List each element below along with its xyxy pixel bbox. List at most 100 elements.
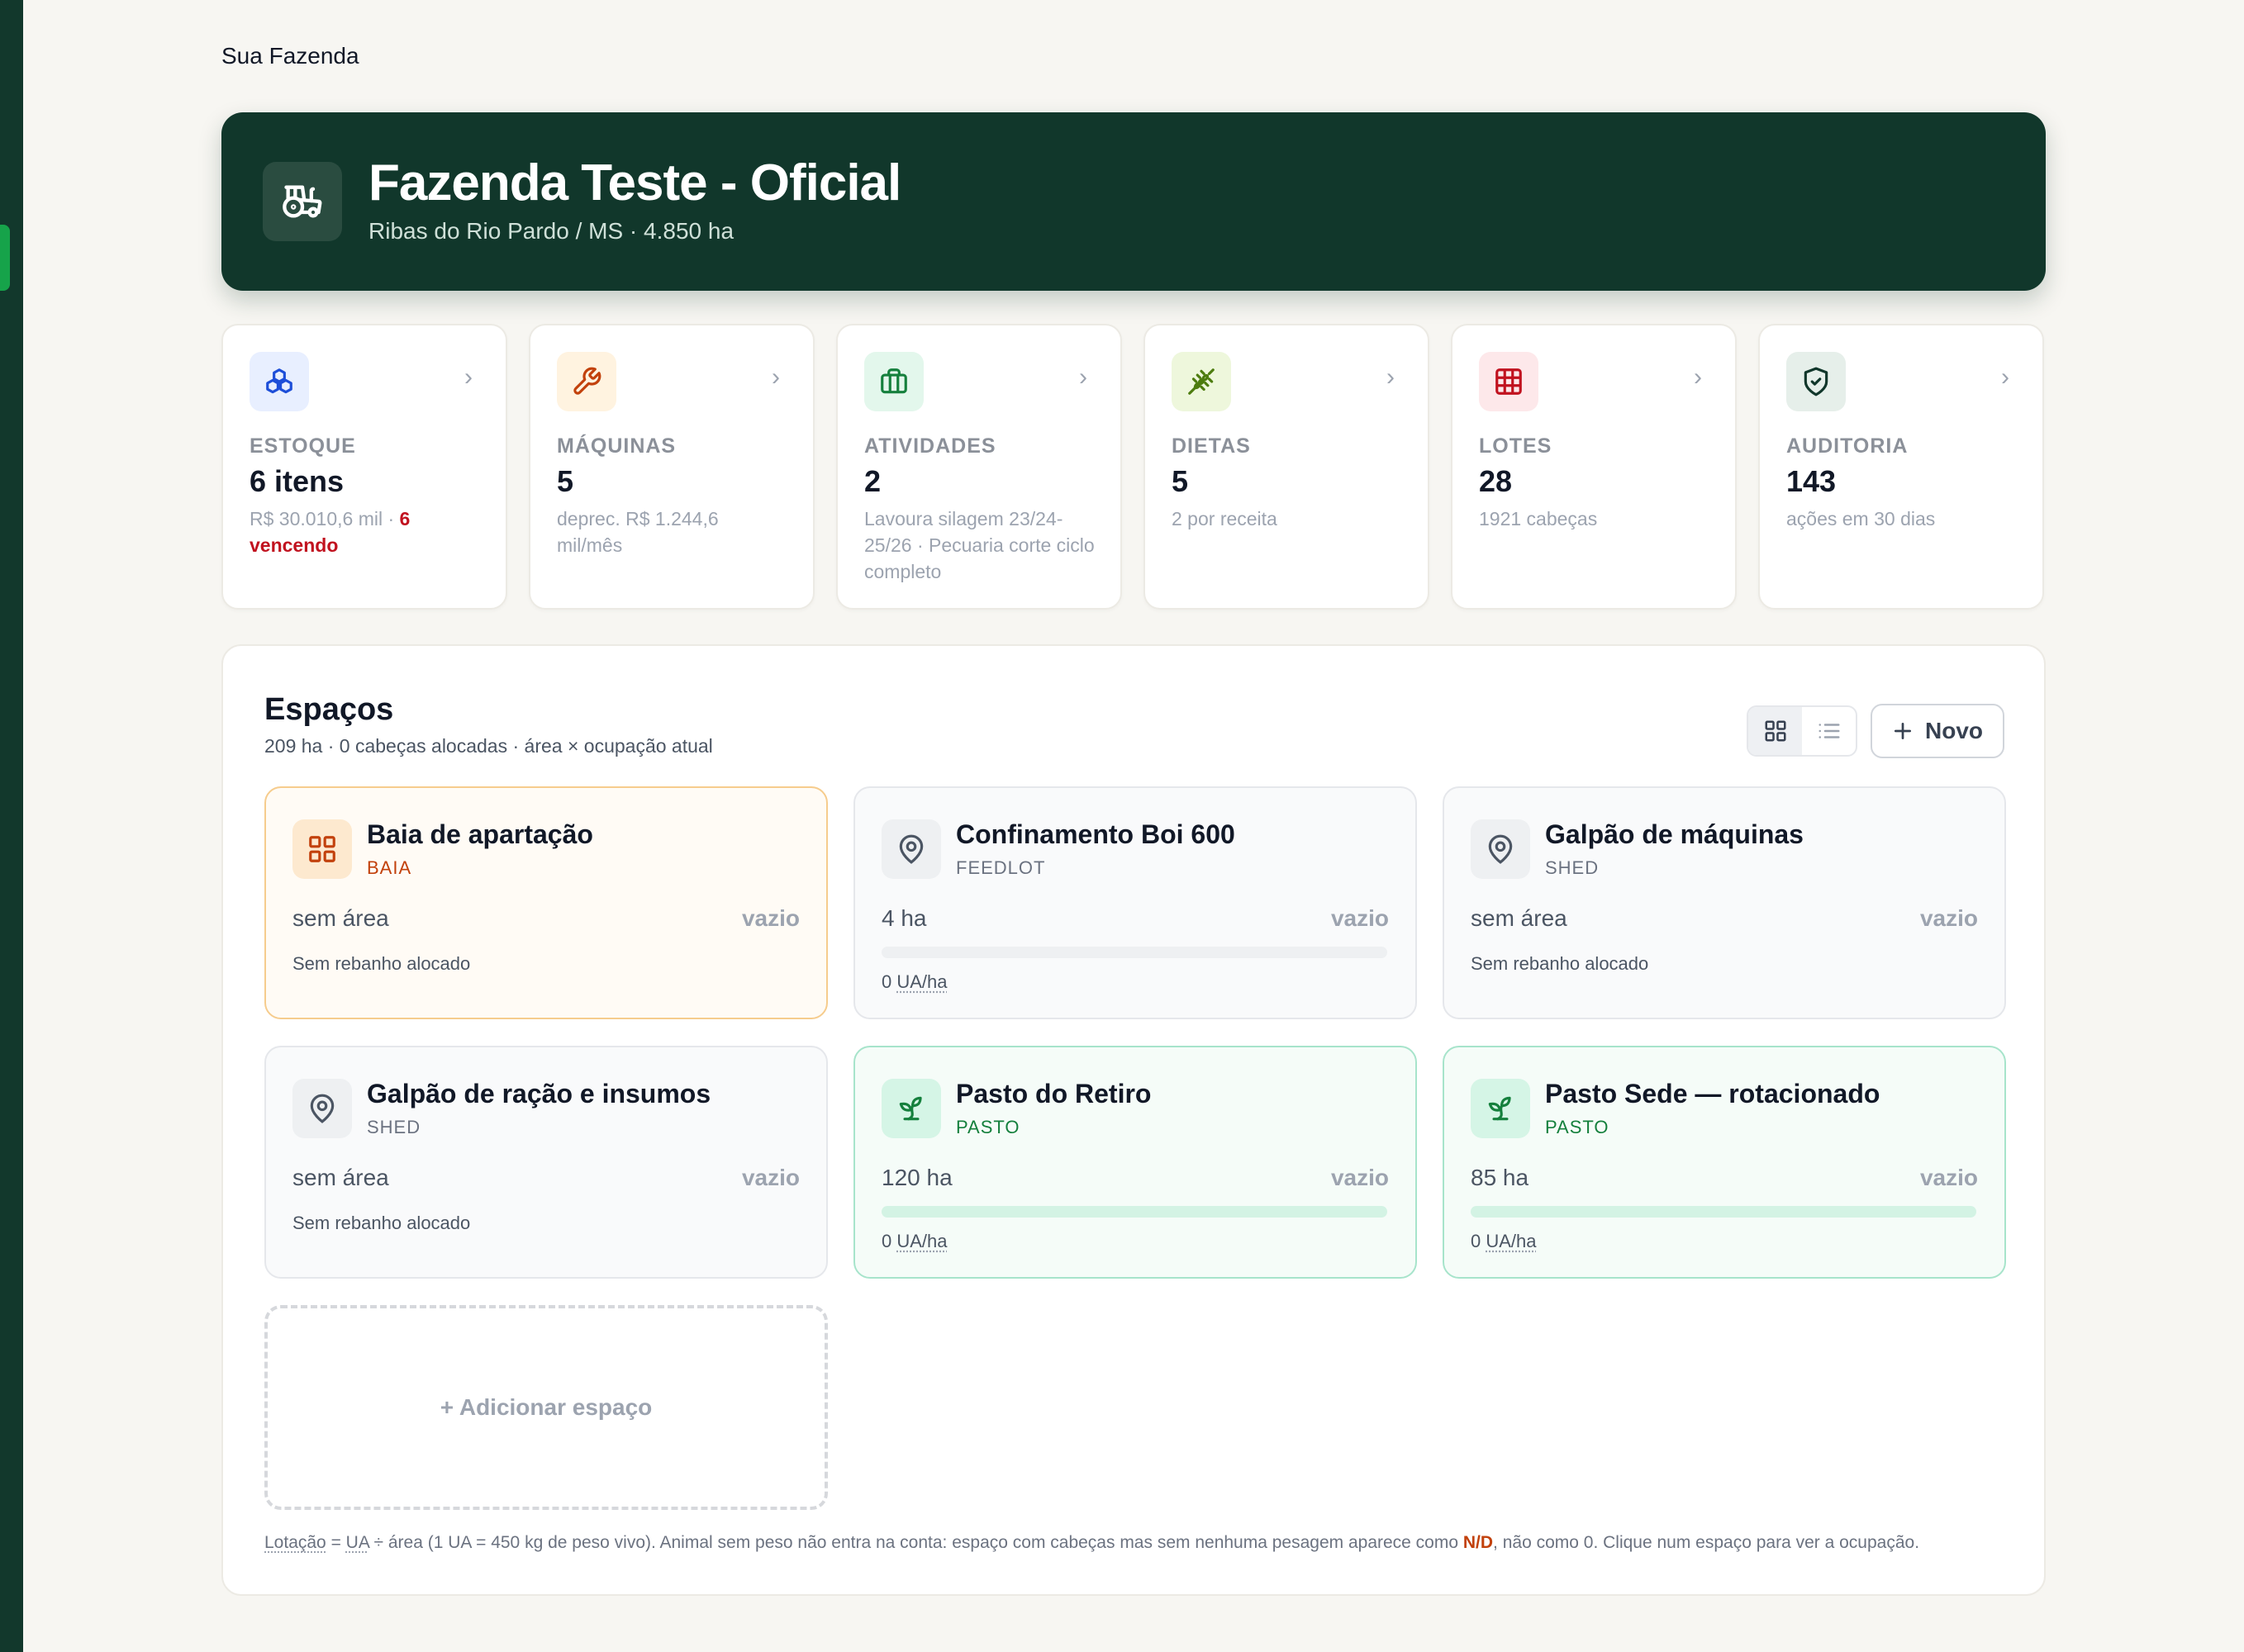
spaces-summary: 209 ha · 0 cabeças alocadas · área × ocu… [264,735,713,757]
space-area: sem área [292,1165,389,1190]
space-area: sem área [1471,905,1567,931]
space-name: Pasto Sede — rotacionado [1545,1079,1880,1108]
stat-card-atividades[interactable]: › ATIVIDADES 2 Lavoura silagem 23/24-25/… [836,324,1122,610]
stocking-rate-unit: UA/ha [896,1231,948,1251]
footnote-eq: = [326,1533,346,1552]
stat-detail: R$ 30.010,6 mil · 6 vencendo [250,506,481,558]
map-pin-icon [1471,819,1530,879]
space-type: BAIA [367,857,412,878]
stocking-rate: 0 UA/ha [1471,1231,1537,1252]
grid-view-button[interactable] [1748,707,1802,755]
stat-label: LOTES [1479,434,1552,458]
space-name: Baia de apartação [367,819,593,849]
space-status: vazio [1330,1165,1389,1190]
space-card-pasto-sede[interactable]: Pasto Sede — rotacionado PASTO 85 ha vaz… [1443,1046,2006,1279]
stat-detail: deprec. R$ 1.244,6 mil/mês [557,508,719,556]
space-area: 120 ha [882,1165,953,1190]
occupancy-bar [882,1206,1387,1218]
space-note: Sem rebanho alocado [292,953,471,974]
occupancy-bar [1471,1206,1976,1218]
space-name: Galpão de máquinas [1545,819,1804,849]
grid-icon [1479,352,1538,411]
stocking-footnote: Lotação = UA ÷ área (1 UA = 450 kg de pe… [264,1533,1919,1553]
footnote-lotacao: Lotação [264,1533,326,1552]
footnote-text-2: , não como 0. Clique num espaço para ver… [1493,1533,1920,1552]
space-type: SHED [367,1117,421,1137]
chevron-right-icon: › [772,363,780,391]
space-area: 85 ha [1471,1165,1529,1190]
farm-name: Fazenda Teste - Oficial [368,154,901,211]
chevron-right-icon: › [464,363,473,391]
chevron-right-icon: › [2001,363,2009,391]
breadcrumb[interactable]: Sua Fazenda [221,43,359,69]
space-note: Sem rebanho alocado [1471,953,1649,974]
chevron-right-icon: › [1386,363,1395,391]
wrench-icon [557,352,616,411]
stat-label: ATIVIDADES [864,434,996,458]
stat-value: 6 itens [250,464,345,498]
stat-detail: Lavoura silagem 23/24-25/26 · Pecuaria c… [864,508,1095,582]
space-status: vazio [1919,905,1978,931]
chevron-right-icon: › [1079,363,1087,391]
stat-card-dietas[interactable]: › DIETAS 5 2 por receita [1143,324,1429,610]
space-card-galpao-maquinas[interactable]: Galpão de máquinas SHED sem área vazio S… [1443,786,2006,1019]
footnote-nd: N/D [1462,1533,1494,1552]
boxes-icon [250,352,309,411]
stocking-rate: 0 UA/ha [882,971,948,993]
space-area: sem área [292,905,389,931]
stat-detail: 1921 cabeças [1479,508,1598,529]
list-view-icon [1818,724,1839,738]
sprout-icon [882,1079,941,1138]
briefcase-icon [864,352,924,411]
space-name: Pasto do Retiro [956,1079,1152,1108]
stat-card-auditoria[interactable]: › AUDITORIA 143 ações em 30 dias [1758,324,2044,610]
stat-value: 5 [1172,464,1189,498]
stocking-rate-unit: UA/ha [896,971,948,992]
stat-detail: ações em 30 dias [1786,508,1936,529]
plus-icon [1894,722,1912,740]
space-card-pasto-retiro[interactable]: Pasto do Retiro PASTO 120 ha vazio 0 UA/… [853,1046,1417,1279]
space-name: Confinamento Boi 600 [956,819,1235,849]
shield-check-icon [1786,352,1846,411]
space-status: vazio [741,905,800,931]
stat-card-lotes[interactable]: › LOTES 28 1921 cabeças [1451,324,1737,610]
stat-card-estoque[interactable]: › ESTOQUE 6 itens R$ 30.010,6 mil · 6 ve… [221,324,507,610]
new-space-button[interactable]: Novo [1871,704,2004,758]
grid-view-icon [1765,720,1785,742]
farm-location: Ribas do Rio Pardo / MS · 4.850 ha [368,218,735,244]
space-status: vazio [741,1165,800,1190]
tractor-icon [263,162,342,241]
stat-card-maquinas[interactable]: › MÁQUINAS 5 deprec. R$ 1.244,6 mil/mês [529,324,815,610]
stat-label: ESTOQUE [250,434,356,458]
stocking-rate-value: 0 [882,1231,892,1251]
add-space-button[interactable]: + Adicionar espaço [264,1305,828,1510]
stocking-rate: 0 UA/ha [882,1231,948,1252]
sidebar-active-indicator[interactable] [0,225,10,291]
stat-label: DIETAS [1172,434,1251,458]
space-card-confinamento[interactable]: Confinamento Boi 600 FEEDLOT 4 ha vazio … [853,786,1417,1019]
sidebar [0,0,23,1652]
space-type: PASTO [1545,1117,1609,1137]
space-note: Sem rebanho alocado [292,1213,471,1233]
stat-detail-text: R$ 30.010,6 mil · [250,508,400,529]
space-name: Galpão de ração e insumos [367,1079,711,1108]
layout-grid-icon [292,819,352,879]
chevron-right-icon: › [1694,363,1702,391]
stat-value: 2 [864,464,882,498]
space-status: vazio [1919,1165,1978,1190]
map-pin-icon [882,819,941,879]
map-pin-icon [292,1079,352,1138]
spaces-title: Espaços [264,692,394,727]
space-area: 4 ha [882,905,927,931]
occupancy-bar [882,947,1387,958]
stat-label: MÁQUINAS [557,434,677,458]
stocking-rate-unit: UA/ha [1486,1231,1537,1251]
stat-value: 28 [1479,464,1513,498]
space-card-baia-apartacao[interactable]: Baia de apartação BAIA sem área vazio Se… [264,786,828,1019]
farm-header: Fazenda Teste - Oficial Ribas do Rio Par… [221,112,2046,291]
stocking-rate-value: 0 [882,971,892,992]
list-view-button[interactable] [1802,707,1856,755]
footnote-text-1: ÷ área (1 UA = 450 kg de peso vivo). Ani… [368,1533,1463,1552]
space-type: SHED [1545,857,1600,878]
space-card-galpao-racao[interactable]: Galpão de ração e insumos SHED sem área … [264,1046,828,1279]
